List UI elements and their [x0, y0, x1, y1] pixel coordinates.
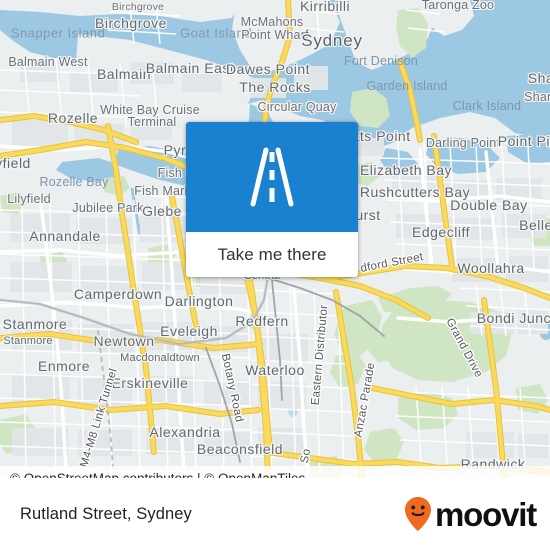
place-title: Rutland Street, Sydney — [20, 504, 192, 523]
moovit-map-screenshot: Birchgrove Birchgrove Goat Island McMahons P… — [0, 0, 550, 550]
take-me-there-button[interactable]: Take me there — [186, 232, 358, 277]
moovit-wordmark: moovit — [435, 495, 537, 533]
take-me-there-label: Take me there — [217, 244, 327, 264]
bottom-bar: Rutland Street, Sydney moovit — [0, 478, 550, 550]
card-icon-panel — [186, 122, 358, 232]
destination-popup-card[interactable]: Take me there — [186, 122, 358, 277]
moovit-logo[interactable]: moovit — [403, 495, 537, 533]
moovit-pin-icon — [405, 497, 432, 531]
road-ahead-icon — [250, 147, 294, 207]
